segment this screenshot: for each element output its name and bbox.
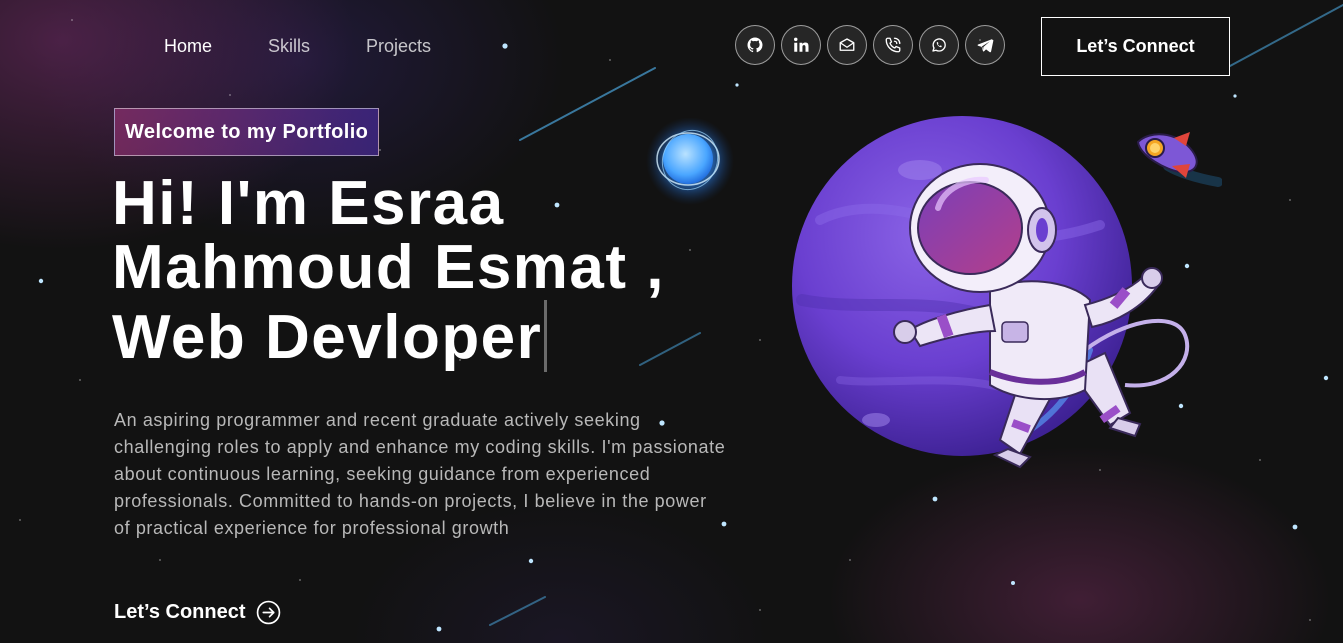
portfolio-page: Home Skills Projects Let’s Connect Welco…	[0, 0, 1343, 643]
headline-line-2: Mahmoud Esmat ,	[112, 233, 666, 302]
telegram-button[interactable]	[965, 25, 1005, 65]
typing-cursor	[544, 300, 548, 372]
hero-bio: An aspiring programmer and recent gradua…	[114, 410, 726, 538]
whatsapp-icon	[932, 38, 946, 52]
telegram-icon	[977, 39, 994, 53]
welcome-tagline: Welcome to my Portfolio	[114, 108, 380, 156]
nav-link-home[interactable]: Home	[164, 36, 212, 57]
email-icon	[839, 38, 855, 51]
nav-links: Home Skills Projects	[164, 36, 487, 57]
whatsapp-button[interactable]	[919, 25, 959, 65]
rocket-image	[1136, 132, 1222, 187]
hero-headline: Hi! I'm Esraa Mahmoud Esmat , Web Devlop…	[112, 172, 732, 372]
nav-link-projects[interactable]: Projects	[366, 36, 431, 57]
github-button[interactable]	[735, 25, 775, 65]
blue-orb-image	[646, 118, 734, 205]
linkedin-icon	[794, 37, 809, 52]
headline-line-1: Hi! I'm Esraa	[112, 169, 505, 238]
cta-label: Let’s Connect	[114, 601, 246, 623]
navbar: Home Skills Projects Let’s Connect	[0, 0, 1343, 92]
nav-link-skills[interactable]: Skills	[268, 36, 310, 57]
github-icon	[747, 37, 763, 53]
email-button[interactable]	[827, 25, 867, 65]
phone-icon	[885, 37, 901, 53]
phone-button[interactable]	[873, 25, 913, 65]
lets-connect-link[interactable]: Let’s Connect	[114, 600, 281, 625]
social-icons	[735, 25, 1005, 65]
headline-line-3: Web Devloper	[112, 303, 543, 372]
linkedin-button[interactable]	[781, 25, 821, 65]
arrow-right-circle-icon	[256, 600, 280, 625]
lets-connect-button[interactable]: Let’s Connect	[1041, 17, 1230, 76]
